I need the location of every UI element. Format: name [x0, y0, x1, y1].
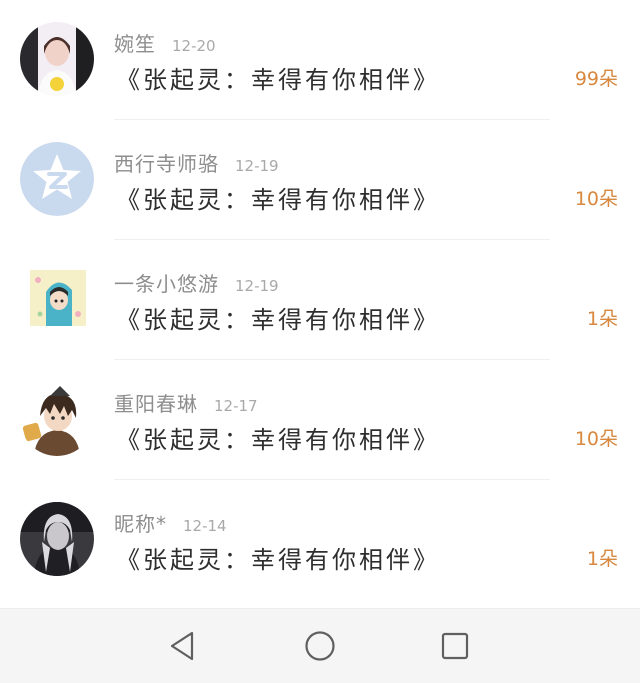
gift-date: 12-20 — [172, 37, 216, 55]
recents-button[interactable] — [437, 628, 473, 664]
avatar[interactable] — [20, 22, 94, 96]
item-meta: 西行寺师骆 12-19 — [114, 148, 279, 176]
user-name[interactable]: 重阳春琳 — [114, 392, 198, 416]
user-name[interactable]: 一条小悠游 — [114, 272, 219, 296]
gift-title: 《张起灵：幸得有你相伴》 — [116, 186, 440, 214]
avatar[interactable] — [20, 142, 94, 216]
list-item[interactable]: 西行寺师骆 12-19 《张起灵：幸得有你相伴》 10朵 — [0, 120, 640, 240]
gift-count: 99朵 — [574, 68, 618, 90]
user-name[interactable]: 西行寺师骆 — [114, 152, 219, 176]
list-item[interactable]: 一条小悠游 12-19 《张起灵：幸得有你相伴》 1朵 — [0, 240, 640, 360]
dark-portrait-icon — [20, 502, 94, 576]
home-button[interactable] — [302, 628, 338, 664]
user-name[interactable]: 昵称* — [114, 512, 167, 536]
avatar[interactable] — [30, 270, 86, 326]
back-button[interactable] — [164, 628, 200, 664]
item-meta: 重阳春琳 12-17 — [114, 388, 258, 416]
gift-list: 婉笙 12-20 《张起灵：幸得有你相伴》 99朵 西行寺师骆 12-19 《张起灵… — [0, 0, 640, 608]
list-item[interactable]: 重阳春琳 12-17 《张起灵：幸得有你相伴》 10朵 — [0, 360, 640, 480]
item-meta: 一条小悠游 12-19 — [114, 268, 279, 296]
list-item[interactable]: 婉笙 12-20 《张起灵：幸得有你相伴》 99朵 — [0, 0, 640, 120]
item-meta: 昵称* 12-14 — [114, 508, 227, 536]
user-name[interactable]: 婉笙 — [114, 32, 156, 56]
gift-count: 1朵 — [586, 548, 618, 570]
list-item[interactable]: 昵称* 12-14 《张起灵：幸得有你相伴》 1朵 — [0, 480, 640, 600]
gift-date: 12-19 — [235, 157, 279, 175]
gift-count: 1朵 — [586, 308, 618, 330]
avatar-photo-icon — [20, 22, 94, 96]
gift-count: 10朵 — [574, 428, 618, 450]
cartoon-avatar-icon — [30, 270, 86, 326]
circle-home-icon — [305, 631, 335, 661]
square-recents-icon — [441, 632, 469, 660]
avatar[interactable] — [20, 502, 94, 576]
anime-character-icon — [20, 382, 94, 456]
triangle-back-icon — [170, 631, 194, 661]
item-meta: 婉笙 12-20 — [114, 28, 216, 56]
gift-count: 10朵 — [574, 188, 618, 210]
gift-date: 12-19 — [235, 277, 279, 295]
gift-title: 《张起灵：幸得有你相伴》 — [116, 546, 440, 574]
qq-star-icon — [20, 142, 94, 216]
gift-title: 《张起灵：幸得有你相伴》 — [116, 306, 440, 334]
gift-title: 《张起灵：幸得有你相伴》 — [116, 66, 440, 94]
gift-title: 《张起灵：幸得有你相伴》 — [116, 426, 440, 454]
gift-date: 12-17 — [214, 397, 258, 415]
system-navigation-bar — [0, 608, 640, 683]
gift-date: 12-14 — [183, 517, 227, 535]
avatar[interactable] — [20, 382, 94, 456]
